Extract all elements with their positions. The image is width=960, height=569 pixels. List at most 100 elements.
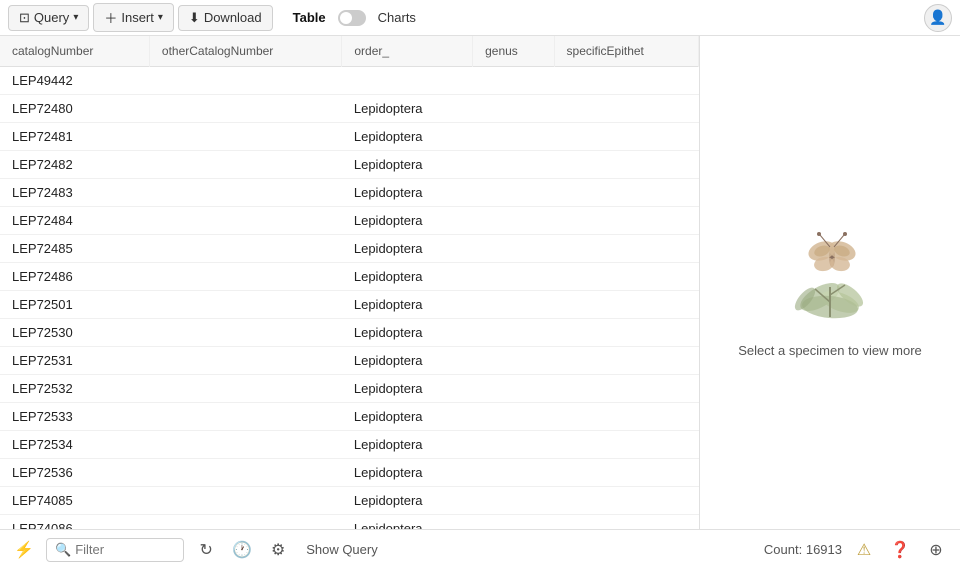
cell-order_: Lepidoptera: [342, 95, 473, 123]
table-row[interactable]: LEP72485 Lepidoptera: [0, 235, 699, 263]
cell-genus: [473, 515, 554, 530]
cell-catalogNumber: LEP49442: [0, 67, 149, 95]
query-icon: ⊡: [19, 10, 30, 26]
table-row[interactable]: LEP49442: [0, 67, 699, 95]
col-catalogNumber: catalogNumber: [0, 36, 149, 67]
download-label: Download: [204, 10, 262, 25]
cell-order_: Lepidoptera: [342, 207, 473, 235]
view-toggle-switch[interactable]: [338, 10, 366, 26]
cell-genus: [473, 459, 554, 487]
cell-otherCatalogNumber: [149, 235, 341, 263]
charts-tab[interactable]: Charts: [370, 6, 424, 29]
download-icon: ⬇: [189, 10, 200, 26]
table-row[interactable]: LEP72484Lepidoptera: [0, 207, 699, 235]
cell-genus: [473, 207, 554, 235]
table-row[interactable]: LEP72530Lepidoptera: [0, 319, 699, 347]
query-label: Query: [34, 10, 69, 25]
cell-catalogNumber: LEP72486: [0, 263, 149, 291]
cell-specificEpithet: [554, 515, 698, 530]
cell-specificEpithet: [554, 403, 698, 431]
bottom-bar: ⚡ 🔍 ↻ 🕐 ⚙ Show Query Count: 16913 ⚠ ❓ ⊕: [0, 529, 960, 569]
cell-otherCatalogNumber: [149, 179, 341, 207]
cell-order_: Lepidoptera: [342, 235, 473, 263]
table-row[interactable]: LEP72482 Lepidoptera: [0, 151, 699, 179]
cell-catalogNumber: LEP72536: [0, 459, 149, 487]
show-query-button[interactable]: Show Query: [300, 540, 384, 559]
cell-specificEpithet: [554, 179, 698, 207]
table-row[interactable]: LEP72486 Lepidoptera: [0, 263, 699, 291]
cell-specificEpithet: [554, 319, 698, 347]
cell-otherCatalogNumber: [149, 319, 341, 347]
table-row[interactable]: LEP72532Lepidoptera: [0, 375, 699, 403]
cell-otherCatalogNumber: [149, 95, 341, 123]
detail-illustration: [770, 207, 890, 327]
cell-genus: [473, 487, 554, 515]
insert-icon: ＋: [104, 8, 117, 27]
cell-specificEpithet: [554, 291, 698, 319]
warning-icon-btn[interactable]: ⚠: [850, 536, 878, 564]
cell-otherCatalogNumber: [149, 459, 341, 487]
insert-label: Insert: [121, 10, 154, 25]
cell-genus: [473, 263, 554, 291]
user-icon: 👤: [929, 9, 946, 26]
cell-order_: Lepidoptera: [342, 403, 473, 431]
col-order: order_: [342, 36, 473, 67]
settings-icon: ⚙: [271, 540, 285, 560]
cell-specificEpithet: [554, 151, 698, 179]
cell-genus: [473, 235, 554, 263]
cell-otherCatalogNumber: [149, 207, 341, 235]
table-row[interactable]: LEP72531Lepidoptera: [0, 347, 699, 375]
filter-icon: ⚡: [14, 540, 34, 560]
cell-specificEpithet: [554, 487, 698, 515]
insert-button[interactable]: ＋ Insert ▾: [93, 3, 174, 32]
table-row[interactable]: LEP72534 Lepidoptera: [0, 431, 699, 459]
refresh-icon-btn[interactable]: ↻: [192, 536, 220, 564]
help-icon-btn[interactable]: ❓: [886, 536, 914, 564]
cell-otherCatalogNumber: [149, 291, 341, 319]
cell-genus: [473, 431, 554, 459]
cell-specificEpithet: [554, 235, 698, 263]
user-avatar[interactable]: 👤: [924, 4, 952, 32]
cell-otherCatalogNumber: [149, 375, 341, 403]
warning-icon: ⚠: [857, 540, 871, 560]
cell-specificEpithet: [554, 459, 698, 487]
search-icon: 🔍: [55, 542, 71, 558]
table-row[interactable]: LEP72481Lepidoptera: [0, 123, 699, 151]
cell-genus: [473, 67, 554, 95]
search-wrap: 🔍: [46, 538, 184, 562]
cell-catalogNumber: LEP74086: [0, 515, 149, 530]
view-toggle: Table Charts: [285, 6, 424, 29]
table-row[interactable]: LEP74086Lepidoptera: [0, 515, 699, 530]
cell-genus: [473, 179, 554, 207]
detail-panel: Select a specimen to view more: [700, 36, 960, 529]
cell-catalogNumber: LEP72485: [0, 235, 149, 263]
cell-order_: Lepidoptera: [342, 151, 473, 179]
extra-icon-btn[interactable]: ⊕: [922, 536, 950, 564]
table-tab[interactable]: Table: [285, 6, 334, 29]
table-row[interactable]: LEP72480Lepidoptera: [0, 95, 699, 123]
filter-icon-btn[interactable]: ⚡: [10, 536, 38, 564]
data-table: catalogNumber otherCatalogNumber order_ …: [0, 36, 699, 529]
settings-icon-btn[interactable]: ⚙: [264, 536, 292, 564]
table-row[interactable]: LEP72483Lepidoptera: [0, 179, 699, 207]
cell-genus: [473, 319, 554, 347]
table-row[interactable]: LEP74085Lepidoptera: [0, 487, 699, 515]
cell-order_: Lepidoptera: [342, 431, 473, 459]
cell-order_: Lepidoptera: [342, 263, 473, 291]
download-button[interactable]: ⬇ Download: [178, 5, 273, 31]
search-input[interactable]: [75, 542, 175, 557]
clock-icon-btn[interactable]: 🕐: [228, 536, 256, 564]
cell-specificEpithet: [554, 95, 698, 123]
query-button[interactable]: ⊡ Query ▾: [8, 5, 89, 31]
table-row[interactable]: LEP72501Lepidoptera: [0, 291, 699, 319]
cell-catalogNumber: LEP72501: [0, 291, 149, 319]
cell-catalogNumber: LEP72534: [0, 431, 149, 459]
cell-otherCatalogNumber: [149, 67, 341, 95]
cell-genus: [473, 347, 554, 375]
cell-genus: [473, 123, 554, 151]
clock-icon: 🕐: [232, 540, 252, 560]
table-row[interactable]: LEP72536Lepidoptera: [0, 459, 699, 487]
cell-genus: [473, 403, 554, 431]
cell-catalogNumber: LEP72482: [0, 151, 149, 179]
table-row[interactable]: LEP72533Lepidoptera: [0, 403, 699, 431]
